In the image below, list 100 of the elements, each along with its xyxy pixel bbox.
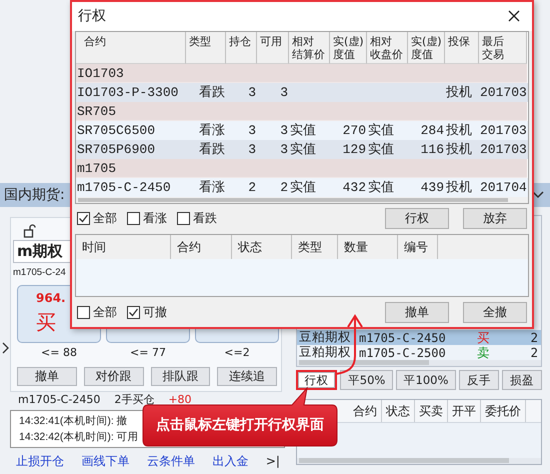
- column-header[interactable]: 可用: [257, 32, 289, 64]
- table-cell-text: 201703: [479, 122, 527, 140]
- column-header[interactable]: 合约: [349, 400, 382, 422]
- dialog-button[interactable]: 撤单: [385, 302, 449, 323]
- dialog-button[interactable]: 放弃: [463, 208, 527, 230]
- column-header[interactable]: 合约: [76, 32, 186, 64]
- toolbar-link[interactable]: 止损开仓: [16, 453, 64, 469]
- order-button[interactable]: 撤单: [17, 367, 77, 386]
- volume-limit: <= 77: [130, 346, 166, 359]
- order-button[interactable]: 对价跟: [84, 367, 144, 386]
- column-header[interactable]: 时间: [76, 234, 171, 259]
- column-header[interactable]: 类型: [186, 32, 226, 64]
- table-cell-text: 201703: [479, 141, 527, 160]
- column-header[interactable]: 实(虚) 度值: [408, 32, 445, 64]
- table-cell-text: 看涨: [198, 179, 226, 198]
- dialog-button[interactable]: 全撤: [463, 302, 527, 323]
- column-header[interactable]: 类型: [292, 234, 338, 259]
- table-cell-text: m1705-C-2450: [76, 179, 172, 198]
- position-row[interactable]: 豆粕期权 m1705-C-2450 买 2: [297, 330, 541, 345]
- contract-label: m1705-C-24: [13, 267, 67, 278]
- table-cell-text: 201704: [479, 179, 527, 198]
- position-qty: 2: [529, 345, 539, 360]
- volume-limit: <=2: [224, 346, 250, 359]
- position-button[interactable]: 损盈: [502, 370, 542, 390]
- summary-contract: m1705-C-2450: [18, 394, 100, 406]
- position-contract: m1705-C-2450: [359, 330, 447, 344]
- column-header[interactable]: 数量: [338, 234, 398, 259]
- table-cell-text: 3: [279, 141, 289, 160]
- dialog-button[interactable]: 行权: [385, 208, 449, 230]
- column-header[interactable]: 相对 收盘价: [367, 32, 408, 64]
- summary-change: +80: [168, 394, 192, 406]
- position-button[interactable]: 反手: [459, 370, 500, 390]
- table-cell-text: 3: [279, 122, 289, 140]
- table-cell-text: IO1703-P-3300: [76, 84, 180, 102]
- summary-position: 2手买仓: [114, 394, 154, 406]
- checkbox-label: 看跌: [193, 210, 217, 228]
- position-contract: m1705-C-2500: [359, 346, 447, 360]
- table-cell-text: 实值: [367, 141, 395, 160]
- log-line: 14:32:42(本机时间): 可用: [19, 430, 139, 445]
- table-cell-text: 3: [279, 84, 289, 102]
- table-row[interactable]: SR705C6500 看涨 3 3 实值 270 实值 284投机 201703: [76, 121, 528, 140]
- position-side: 买: [477, 331, 490, 344]
- column-header[interactable]: 状态: [382, 400, 415, 422]
- callout-text: 点击鼠标左键打开行权界面: [156, 416, 324, 434]
- toolbar-link[interactable]: 云条件单: [146, 453, 195, 469]
- table-cell-text: 投机: [445, 122, 473, 140]
- order-button[interactable]: 连续追: [217, 367, 277, 386]
- table-cell-text: 实值: [367, 179, 395, 198]
- column-header[interactable]: 投保: [445, 32, 479, 64]
- table-cell-text: 实值: [367, 122, 395, 140]
- table-cell-text: 116: [420, 141, 445, 160]
- table-row[interactable]: m1705-C-2450 看涨 2 2 实值 432 实值 439投机 201704: [76, 178, 528, 198]
- table-cell-text: 129: [342, 141, 367, 160]
- table-cell-text: 270: [342, 122, 367, 140]
- order-button[interactable]: 排队跟: [150, 367, 210, 386]
- market-tab[interactable]: 国内期货:: [4, 186, 65, 204]
- table-cell-text: 2: [279, 179, 289, 198]
- volume-limit: <= 88: [41, 346, 77, 359]
- group-row[interactable]: SR705: [76, 102, 527, 122]
- column-header[interactable]: 状态: [232, 234, 292, 259]
- table-cell-text: 投机: [445, 179, 473, 198]
- table-row[interactable]: IO1703-P-3300 看跌 3 3 投机 201703: [76, 83, 528, 102]
- table-row[interactable]: SR705P6900 看跌 3 3 实值 129 实值 116投机 201703: [76, 140, 528, 160]
- table-cell-text: 3: [247, 84, 257, 102]
- checkbox-label: 可撤: [143, 304, 167, 321]
- table-cell-text: 201703: [479, 84, 527, 102]
- column-header[interactable]: 持仓: [226, 32, 257, 64]
- toolbar-link[interactable]: 出入金: [212, 453, 248, 469]
- position-button[interactable]: 平50%: [340, 370, 393, 390]
- table-cell-text: 432: [342, 179, 367, 198]
- table-cell-text: 439: [420, 179, 445, 198]
- column-header[interactable]: 最后 交易: [479, 32, 527, 64]
- group-row[interactable]: m1705: [76, 159, 527, 178]
- table-cell-text: 3: [247, 122, 257, 140]
- column-header[interactable]: 合约: [171, 234, 232, 259]
- toolbar-link[interactable]: 画线下单: [81, 453, 130, 469]
- checkbox-label: 看涨: [143, 210, 167, 228]
- column-header[interactable]: 实(虚) 度值: [330, 32, 367, 64]
- position-qty: 2: [529, 330, 539, 345]
- position-name: 豆粕期权: [298, 329, 352, 346]
- group-row[interactable]: IO1703: [76, 64, 527, 84]
- table-cell-text: 实值: [289, 179, 317, 198]
- table-cell-text: 看跌: [198, 84, 226, 102]
- column-header[interactable]: 买卖: [415, 400, 448, 422]
- position-side: 卖: [477, 346, 490, 359]
- table-cell-text: 实值: [289, 141, 317, 160]
- table-cell-text: 284: [420, 122, 445, 140]
- column-header[interactable]: 委托价: [481, 400, 526, 422]
- checkbox-label: 全部: [93, 210, 117, 228]
- table-cell-text: SR705C6500: [76, 122, 156, 140]
- table-cell-text: 看涨: [198, 122, 226, 140]
- position-row[interactable]: 豆粕期权 m1705-C-2500 卖 2: [297, 345, 541, 360]
- more-button[interactable]: >|: [266, 454, 280, 468]
- position-button[interactable]: 行权: [296, 370, 338, 390]
- table-cell-text: 看跌: [198, 141, 226, 160]
- column-header[interactable]: 编号: [398, 234, 438, 259]
- table-cell-text: SR705P6900: [76, 141, 156, 160]
- column-header[interactable]: 相对 结算价: [289, 32, 330, 64]
- position-button[interactable]: 平100%: [396, 370, 456, 390]
- column-header[interactable]: 开平: [448, 400, 481, 422]
